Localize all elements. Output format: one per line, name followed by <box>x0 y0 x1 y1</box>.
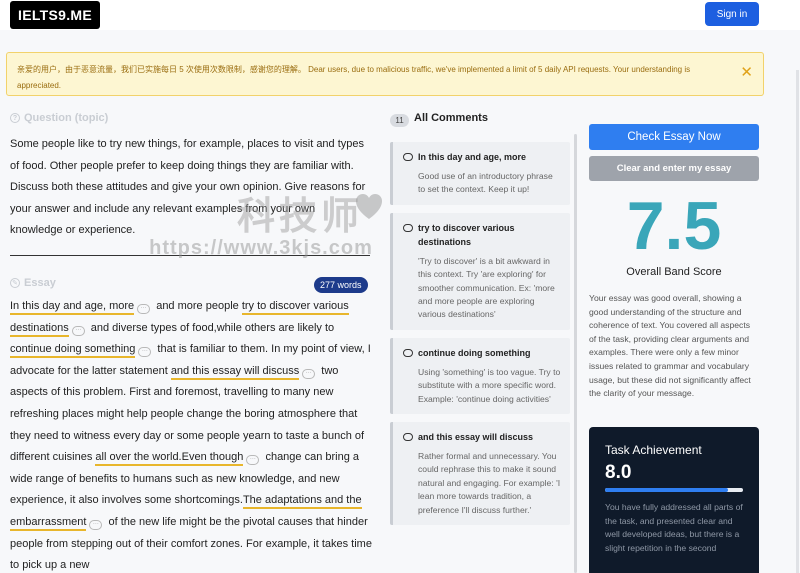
comment-card[interactable]: try to discover various destinations 'Try… <box>390 212 570 330</box>
comment-title: In this day and age, more <box>403 150 562 164</box>
essay-segment: and diverse types of food,while others a… <box>87 321 335 334</box>
comment-icon[interactable]: ··· <box>302 368 316 379</box>
highlighted-phrase[interactable]: all over the world.Even though <box>95 451 244 467</box>
question-heading: ? Question (topic) <box>10 112 108 124</box>
rate-limit-notice: 亲爱的用户，由于恶意流量，我们已实施每日 5 次使用次数限制，感谢您的理解。 D… <box>6 52 764 96</box>
notice-text: 亲爱的用户，由于恶意流量，我们已实施每日 5 次使用次数限制，感谢您的理解。 D… <box>17 65 691 90</box>
comment-title: continue doing something <box>403 346 562 360</box>
highlighted-phrase[interactable]: In this day and age, more <box>10 300 135 315</box>
sign-in-button[interactable]: Sign in <box>705 2 759 26</box>
site-logo[interactable]: IELTS9.ME <box>10 1 101 29</box>
question-text[interactable]: Some people like to try new things, for … <box>10 134 370 242</box>
speech-bubble-icon <box>403 348 413 357</box>
comment-icon[interactable]: ··· <box>137 304 151 314</box>
speech-bubble-icon <box>403 223 413 232</box>
clear-essay-button[interactable]: Clear and enter my essay <box>589 156 759 181</box>
close-icon[interactable]: ✕ <box>740 65 753 81</box>
comment-icon[interactable]: ··· <box>71 325 85 336</box>
speech-bubble-icon <box>403 153 413 161</box>
comment-icon[interactable]: ··· <box>246 455 260 466</box>
essay-text[interactable]: In this day and age, more ··· and more pe… <box>10 296 372 573</box>
comment-card[interactable]: continue doing something Using 'something… <box>390 337 570 415</box>
help-icon: ? <box>10 113 20 123</box>
comment-icon[interactable]: ··· <box>138 347 152 358</box>
overall-summary: Your essay was good overall, showing a g… <box>589 293 751 399</box>
task-score: 8.0 <box>605 462 632 483</box>
page-scrollbar[interactable] <box>796 70 799 573</box>
speech-bubble-icon <box>403 433 413 442</box>
word-count-badge: 277 words <box>314 277 368 293</box>
edit-icon: ✎ <box>10 278 20 288</box>
comment-count-badge: 11 <box>390 114 409 127</box>
overall-score: 7.5 <box>626 188 722 264</box>
comment-title: and this essay will discuss <box>403 430 562 444</box>
result-panel: Check Essay Now Clear and enter my essay… <box>589 124 759 573</box>
comment-card[interactable]: and this essay will discuss Rather formal… <box>390 422 570 526</box>
top-bar: IELTS9.ME Sign in <box>0 0 800 30</box>
task-achievement-card: Task Achievement 8.0 You have fully addr… <box>589 427 759 573</box>
task-feedback: You have fully addressed all parts of th… <box>605 502 743 553</box>
comments-title: All Comments <box>414 112 488 124</box>
task-title: Task Achievement <box>605 443 702 457</box>
comment-list: In this day and age, more Good use of an … <box>390 142 570 533</box>
comment-body: Good use of an introductory phrase to se… <box>418 171 553 195</box>
comments-panel: 11 All Comments In this day and age, mor… <box>384 110 580 573</box>
essay-heading: ✎ Essay <box>10 277 56 289</box>
essay-panel: ? Question (topic) Some people like to tr… <box>0 106 380 573</box>
comment-body: Rather formal and unnecessary. You could… <box>418 451 561 515</box>
essay-segment: and more people <box>153 300 242 312</box>
question-divider <box>10 255 370 256</box>
comment-card[interactable]: In this day and age, more Good use of an … <box>390 142 570 205</box>
comment-icon[interactable]: ··· <box>89 519 103 530</box>
highlighted-phrase[interactable]: and this essay will discuss <box>170 364 300 380</box>
task-progress-fill <box>605 488 728 492</box>
overall-score-label: Overall Band Score <box>626 266 722 278</box>
comment-title: try to discover various destinations <box>403 221 562 249</box>
highlighted-phrase[interactable]: continue doing something <box>10 343 136 359</box>
check-essay-button[interactable]: Check Essay Now <box>589 124 759 150</box>
task-progress-bar <box>605 488 743 492</box>
comment-body: Using 'something' is too vague. Try to s… <box>418 366 561 404</box>
comment-body: 'Try to discover' is a bit awkward in th… <box>418 255 555 320</box>
comments-scrollbar[interactable] <box>574 134 577 573</box>
